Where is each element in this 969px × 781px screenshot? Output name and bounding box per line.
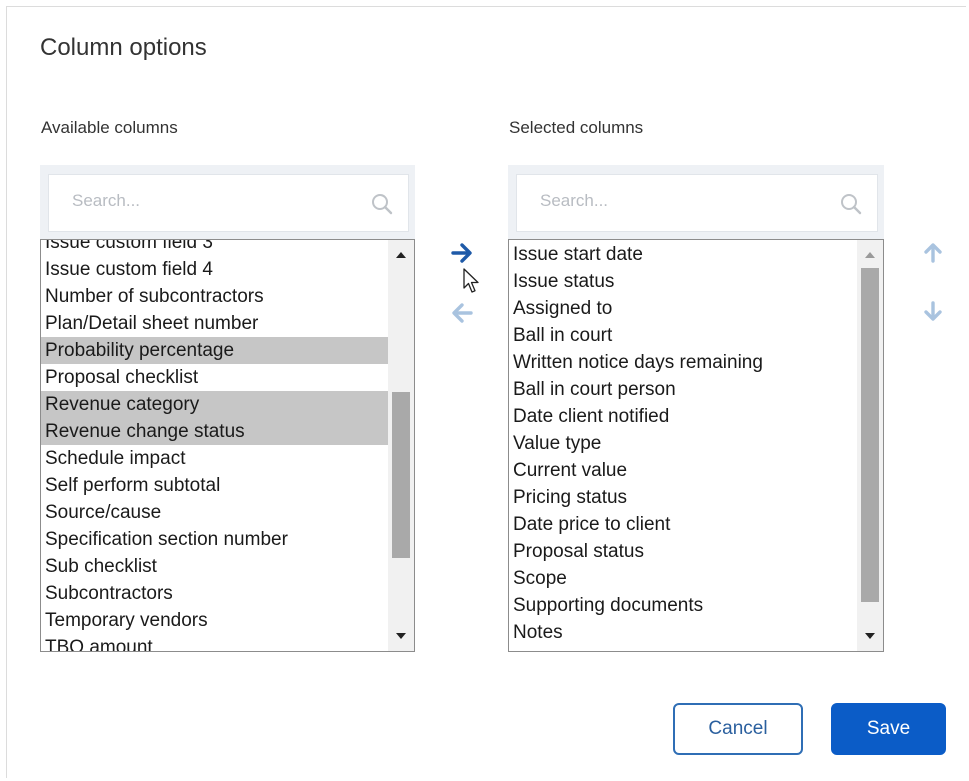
arrow-right-icon: [449, 240, 475, 271]
scroll-down-arrow[interactable]: [857, 625, 883, 647]
selected-items: Issue start date Issue status Assigned to B…: [509, 241, 857, 646]
selected-search-box: [516, 174, 878, 232]
list-item[interactable]: Current value: [509, 457, 857, 484]
list-item[interactable]: TBO amount: [41, 634, 388, 651]
list-item[interactable]: Value type: [509, 430, 857, 457]
available-columns-label: Available columns: [41, 118, 178, 137]
list-item[interactable]: Plan/Detail sheet number: [41, 310, 388, 337]
available-search-box: [48, 174, 409, 232]
selected-columns-list[interactable]: Issue start date Issue status Assigned to B…: [508, 239, 884, 652]
search-icon[interactable]: [839, 192, 863, 221]
list-item[interactable]: Issue start date: [509, 241, 857, 268]
list-item[interactable]: Revenue category: [41, 391, 388, 418]
selected-scroll-thumb[interactable]: [861, 268, 879, 602]
move-right-button[interactable]: [447, 240, 477, 270]
arrow-down-icon: [921, 299, 945, 328]
scroll-up-arrow[interactable]: [857, 244, 883, 266]
available-scrollbar[interactable]: [388, 240, 414, 651]
list-item[interactable]: Date client notified: [509, 403, 857, 430]
move-down-button[interactable]: [918, 298, 948, 328]
mouse-cursor-icon: [463, 268, 481, 299]
list-item[interactable]: Ball in court person: [509, 376, 857, 403]
cancel-button[interactable]: Cancel: [673, 703, 803, 755]
selected-search-container: [508, 165, 884, 239]
dialog-title: Column options: [40, 34, 207, 61]
move-left-button[interactable]: [447, 300, 477, 330]
arrow-left-icon: [449, 300, 475, 331]
selected-columns-label: Selected columns: [509, 118, 644, 137]
available-search-container: [40, 165, 415, 239]
list-item[interactable]: Specification section number: [41, 526, 388, 553]
selected-scrollbar[interactable]: [857, 240, 883, 651]
search-icon[interactable]: [370, 192, 394, 221]
list-item[interactable]: Ball in court: [509, 322, 857, 349]
save-button[interactable]: Save: [831, 703, 946, 755]
list-item[interactable]: Scope: [509, 565, 857, 592]
list-item[interactable]: Pricing status: [509, 484, 857, 511]
scroll-up-arrow[interactable]: [388, 244, 414, 266]
list-item[interactable]: Proposal checklist: [41, 364, 388, 391]
list-item[interactable]: Sub checklist: [41, 553, 388, 580]
available-scroll-thumb[interactable]: [392, 392, 410, 558]
list-item[interactable]: Self perform subtotal: [41, 472, 388, 499]
list-item[interactable]: Notes: [509, 619, 857, 646]
scroll-down-arrow[interactable]: [388, 625, 414, 647]
list-item[interactable]: Schedule impact: [41, 445, 388, 472]
available-search-input[interactable]: [72, 191, 332, 211]
list-item[interactable]: Number of subcontractors: [41, 283, 388, 310]
move-up-button[interactable]: [918, 240, 948, 270]
list-item[interactable]: Issue custom field 4: [41, 256, 388, 283]
available-items: Issue custom field 3 Issue custom field 4…: [41, 240, 388, 651]
list-item[interactable]: Temporary vendors: [41, 607, 388, 634]
list-item[interactable]: Date price to client: [509, 511, 857, 538]
list-item[interactable]: Issue status: [509, 268, 857, 295]
arrow-up-icon: [921, 241, 945, 270]
available-columns-list[interactable]: Issue custom field 3 Issue custom field 4…: [40, 239, 415, 652]
list-item[interactable]: Issue custom field 3: [41, 240, 388, 256]
list-item[interactable]: Written notice days remaining: [509, 349, 857, 376]
list-item[interactable]: Source/cause: [41, 499, 388, 526]
list-item[interactable]: Revenue change status: [41, 418, 388, 445]
list-item[interactable]: Probability percentage: [41, 337, 388, 364]
selected-search-input[interactable]: [540, 191, 800, 211]
list-item[interactable]: Subcontractors: [41, 580, 388, 607]
list-item[interactable]: Supporting documents: [509, 592, 857, 619]
list-item[interactable]: Proposal status: [509, 538, 857, 565]
list-item[interactable]: Assigned to: [509, 295, 857, 322]
